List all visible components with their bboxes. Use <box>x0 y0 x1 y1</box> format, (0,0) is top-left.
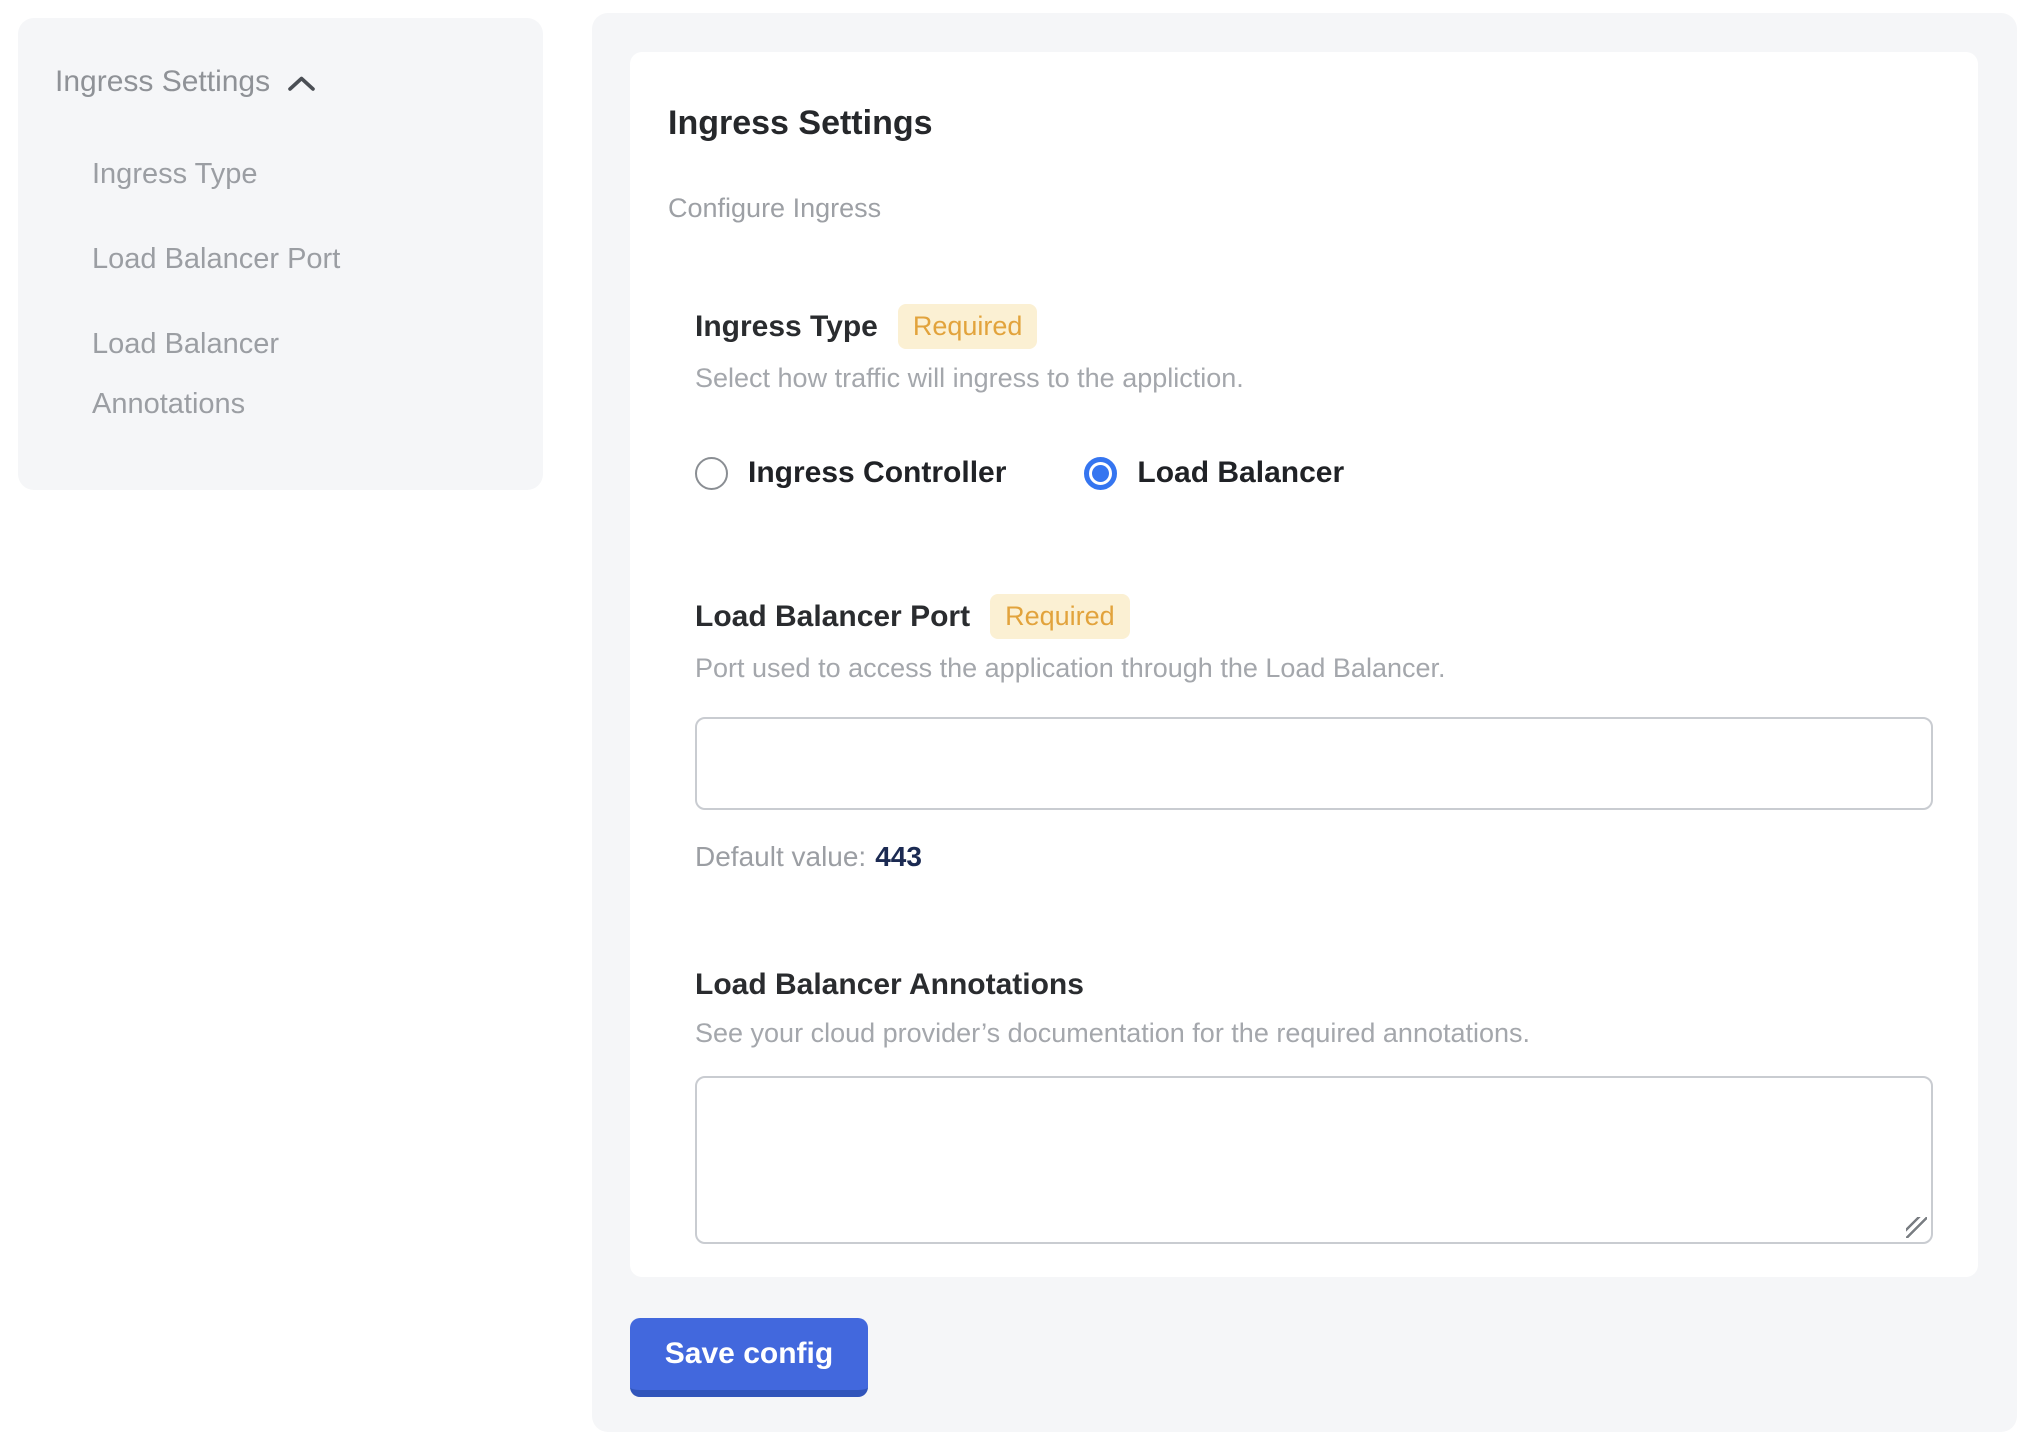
settings-main-panel: Ingress Settings Configure Ingress Ingre… <box>592 13 2017 1432</box>
load-balancer-port-input[interactable] <box>695 717 1933 810</box>
radio-dot <box>1092 465 1109 482</box>
field-load-balancer-annotations: Load Balancer Annotations See your cloud… <box>695 966 1933 1244</box>
ingress-type-description: Select how traffic will ingress to the a… <box>695 362 1933 395</box>
load-balancer-annotations-textarea[interactable] <box>695 1076 1933 1244</box>
default-value-label: Default value: <box>695 841 866 872</box>
radio-option-ingress-controller[interactable]: Ingress Controller <box>695 455 1006 491</box>
required-badge: Required <box>898 304 1038 349</box>
page-subtitle: Configure Ingress <box>668 192 1933 224</box>
sidebar-section-ingress-settings[interactable]: Ingress Settings <box>55 64 507 100</box>
save-config-button[interactable]: Save config <box>630 1318 868 1397</box>
resize-handle-icon[interactable] <box>1906 1217 1927 1238</box>
field-load-balancer-port: Load Balancer Port Required Port used to… <box>695 594 1933 874</box>
load-balancer-port-description: Port used to access the application thro… <box>695 652 1933 685</box>
radio-label[interactable]: Ingress Controller <box>748 455 1006 491</box>
chevron-up-icon <box>286 74 317 94</box>
load-balancer-annotations-description: See your cloud provider’s documentation … <box>695 1017 1933 1050</box>
sidebar-item-load-balancer-annotations[interactable]: Load Balancer Annotations <box>92 314 407 434</box>
field-ingress-type: Ingress Type Required Select how traffic… <box>695 304 1933 491</box>
default-value: 443 <box>875 841 922 872</box>
sidebar-item-ingress-type[interactable]: Ingress Type <box>92 144 407 204</box>
load-balancer-port-label: Load Balancer Port <box>695 598 970 636</box>
ingress-type-label: Ingress Type <box>695 308 878 346</box>
ingress-settings-card: Ingress Settings Configure Ingress Ingre… <box>630 52 1978 1277</box>
sidebar-item-list: Ingress Type Load Balancer Port Load Bal… <box>55 144 507 434</box>
sidebar-section-label: Ingress Settings <box>55 64 270 100</box>
radio-icon[interactable] <box>1084 457 1117 490</box>
radio-label[interactable]: Load Balancer <box>1137 455 1344 491</box>
sidebar-item-load-balancer-port[interactable]: Load Balancer Port <box>92 229 407 289</box>
load-balancer-annotations-label: Load Balancer Annotations <box>695 966 1084 1004</box>
settings-nav-sidebar: Ingress Settings Ingress Type Load Balan… <box>18 18 543 490</box>
ingress-type-radio-group: Ingress Controller Load Balancer <box>695 455 1933 491</box>
radio-icon[interactable] <box>695 457 728 490</box>
default-value-line: Default value: 443 <box>695 840 1933 874</box>
annotations-textarea-wrap <box>695 1076 1933 1244</box>
required-badge: Required <box>990 594 1130 639</box>
page-title: Ingress Settings <box>668 102 1933 144</box>
radio-option-load-balancer[interactable]: Load Balancer <box>1084 455 1344 491</box>
